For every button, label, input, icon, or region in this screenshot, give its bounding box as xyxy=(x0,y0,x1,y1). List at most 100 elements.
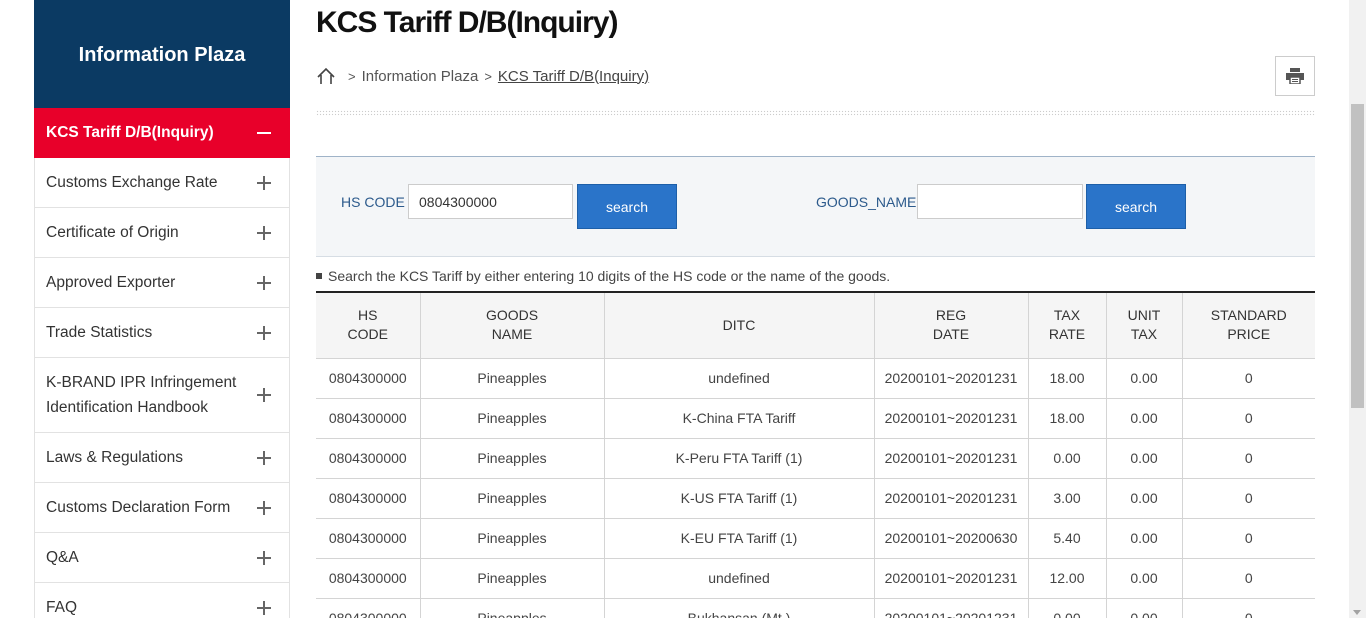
table-cell: 20200101~20201231 xyxy=(874,398,1029,439)
sidebar-item-certificate-of-origin[interactable]: Certificate of Origin xyxy=(34,208,290,258)
plus-icon[interactable] xyxy=(257,550,271,565)
table-cell: Bukhansan (Mt.) xyxy=(604,598,875,618)
sidebar-item-label: K-BRAND IPR Infringement Identification … xyxy=(46,374,237,416)
results-table: HS CODE GOODS NAME DITC REG DATE TAX RATE UNI… xyxy=(316,291,1315,618)
table-cell: 5.40 xyxy=(1028,518,1107,559)
table-cell: 18.00 xyxy=(1028,398,1107,439)
plus-icon[interactable] xyxy=(257,175,271,190)
sidebar-item-faq[interactable]: FAQ xyxy=(34,583,290,618)
table-cell: 0.00 xyxy=(1106,478,1183,519)
plus-icon[interactable] xyxy=(257,450,271,465)
table-cell: 0 xyxy=(1182,598,1315,618)
table-cell: K-China FTA Tariff xyxy=(604,398,875,439)
vertical-scrollbar[interactable] xyxy=(1349,0,1366,618)
minus-icon[interactable] xyxy=(257,126,271,140)
sidebar-item-kcs-tariff-d-b-inquiry[interactable]: KCS Tariff D/B(Inquiry) xyxy=(34,108,290,158)
table-cell: Pineapples xyxy=(420,438,605,479)
plus-icon[interactable] xyxy=(257,225,271,240)
table-cell: Pineapples xyxy=(420,478,605,519)
table-cell: Pineapples xyxy=(420,518,605,559)
table-cell: 0804300000 xyxy=(316,518,421,559)
sidebar-item-trade-statistics[interactable]: Trade Statistics xyxy=(34,308,290,358)
goods-name-input[interactable] xyxy=(917,184,1083,219)
sidebar-item-customs-exchange-rate[interactable]: Customs Exchange Rate xyxy=(34,158,290,208)
scroll-down-arrow-icon[interactable] xyxy=(1353,610,1361,615)
print-button[interactable] xyxy=(1275,56,1315,96)
table-cell: Pineapples xyxy=(420,598,605,618)
column-header: TAX RATE xyxy=(1028,291,1107,359)
plus-icon[interactable] xyxy=(257,325,271,340)
home-icon[interactable] xyxy=(316,66,336,86)
table-cell: 20200101~20200630 xyxy=(874,518,1029,559)
table-cell: K-EU FTA Tariff (1) xyxy=(604,518,875,559)
search-note-text: Search the KCS Tariff by either entering… xyxy=(328,268,891,284)
column-header: HS CODE xyxy=(316,291,421,359)
table-row: 0804300000 Pineapples K-EU FTA Tariff (1) 2… xyxy=(316,518,1315,559)
sidebar-item-label: Laws & Regulations xyxy=(46,448,183,466)
plus-icon[interactable] xyxy=(257,500,271,515)
chevron-right-icon: > xyxy=(348,68,356,84)
table-row: 0804300000 Pineapples K-US FTA Tariff (1) 2… xyxy=(316,478,1315,519)
hs-code-label: HS CODE xyxy=(341,194,405,210)
table-cell: 20200101~20201231 xyxy=(874,438,1029,479)
goods-name-label: GOODS_NAME xyxy=(816,194,917,210)
printer-icon xyxy=(1286,68,1304,84)
table-header-row: HS CODE GOODS NAME DITC REG DATE TAX RATE UNI… xyxy=(316,291,1315,359)
column-header: UNIT TAX xyxy=(1106,291,1183,359)
plus-icon[interactable] xyxy=(257,388,271,402)
sidebar-item-label: Approved Exporter xyxy=(46,273,176,291)
table-cell: K-Peru FTA Tariff (1) xyxy=(604,438,875,479)
sidebar-item-label: FAQ xyxy=(46,598,78,616)
table-cell: 0804300000 xyxy=(316,438,421,479)
table-cell: 20200101~20201231 xyxy=(874,478,1029,519)
table-cell: Pineapples xyxy=(420,398,605,439)
table-cell: 20200101~20201231 xyxy=(874,598,1029,618)
sidebar-item-customs-declaration-form[interactable]: Customs Declaration Form xyxy=(34,483,290,533)
table-cell: 0.00 xyxy=(1028,438,1107,479)
page-title: KCS Tariff D/B(Inquiry) xyxy=(316,6,618,39)
table-cell: 0 xyxy=(1182,438,1315,479)
sidebar-item-approved-exporter[interactable]: Approved Exporter xyxy=(34,258,290,308)
breadcrumb-item-current[interactable]: KCS Tariff D/B(Inquiry) xyxy=(498,68,649,85)
sidebar-item-k-brand-ipr-infringement-identification-handbook[interactable]: K-BRAND IPR Infringement Identification … xyxy=(34,358,290,433)
hs-search-button[interactable]: search xyxy=(577,184,677,229)
sidebar-item-label: Certificate of Origin xyxy=(46,223,179,241)
table-cell: 0 xyxy=(1182,558,1315,599)
breadcrumb: > Information Plaza > KCS Tariff D/B(Inq… xyxy=(316,66,649,86)
table-cell: 0 xyxy=(1182,398,1315,439)
table-cell: K-US FTA Tariff (1) xyxy=(604,478,875,519)
table-cell: 0.00 xyxy=(1106,438,1183,479)
sidebar-item-laws-regulations[interactable]: Laws & Regulations xyxy=(34,433,290,483)
breadcrumb-item-information-plaza[interactable]: Information Plaza xyxy=(362,68,479,85)
table-cell: 0.00 xyxy=(1028,598,1107,618)
plus-icon[interactable] xyxy=(257,275,271,290)
table-cell: 20200101~20201231 xyxy=(874,358,1029,399)
sidebar-item-label: KCS Tariff D/B(Inquiry) xyxy=(46,123,214,141)
scrollbar-thumb[interactable] xyxy=(1351,104,1364,408)
column-header: STANDARD PRICE xyxy=(1182,291,1315,359)
table-cell: 0.00 xyxy=(1106,598,1183,618)
sidebar-title: Information Plaza xyxy=(34,0,290,108)
sidebar-item-q-a[interactable]: Q&A xyxy=(34,533,290,583)
table-cell: 0 xyxy=(1182,478,1315,519)
table-cell: 0804300000 xyxy=(316,398,421,439)
divider xyxy=(316,110,1315,116)
column-header: REG DATE xyxy=(874,291,1029,359)
table-cell: 0804300000 xyxy=(316,478,421,519)
table-cell: 0.00 xyxy=(1106,518,1183,559)
table-cell: 0.00 xyxy=(1106,358,1183,399)
table-row: 0804300000 Pineapples undefined 20200101~20… xyxy=(316,558,1315,599)
table-cell: 18.00 xyxy=(1028,358,1107,399)
table-cell: 0.00 xyxy=(1106,398,1183,439)
sidebar-item-label: Customs Exchange Rate xyxy=(46,173,218,191)
search-note: Search the KCS Tariff by either entering… xyxy=(316,268,890,284)
table-cell: Pineapples xyxy=(420,358,605,399)
bullet-icon xyxy=(316,273,322,279)
column-header: DITC xyxy=(604,291,875,359)
goods-search-button[interactable]: search xyxy=(1086,184,1186,229)
sidebar-item-label: Customs Declaration Form xyxy=(46,498,231,516)
table-cell: 12.00 xyxy=(1028,558,1107,599)
column-header: GOODS NAME xyxy=(420,291,605,359)
plus-icon[interactable] xyxy=(257,600,271,615)
hs-code-input[interactable] xyxy=(408,184,573,219)
